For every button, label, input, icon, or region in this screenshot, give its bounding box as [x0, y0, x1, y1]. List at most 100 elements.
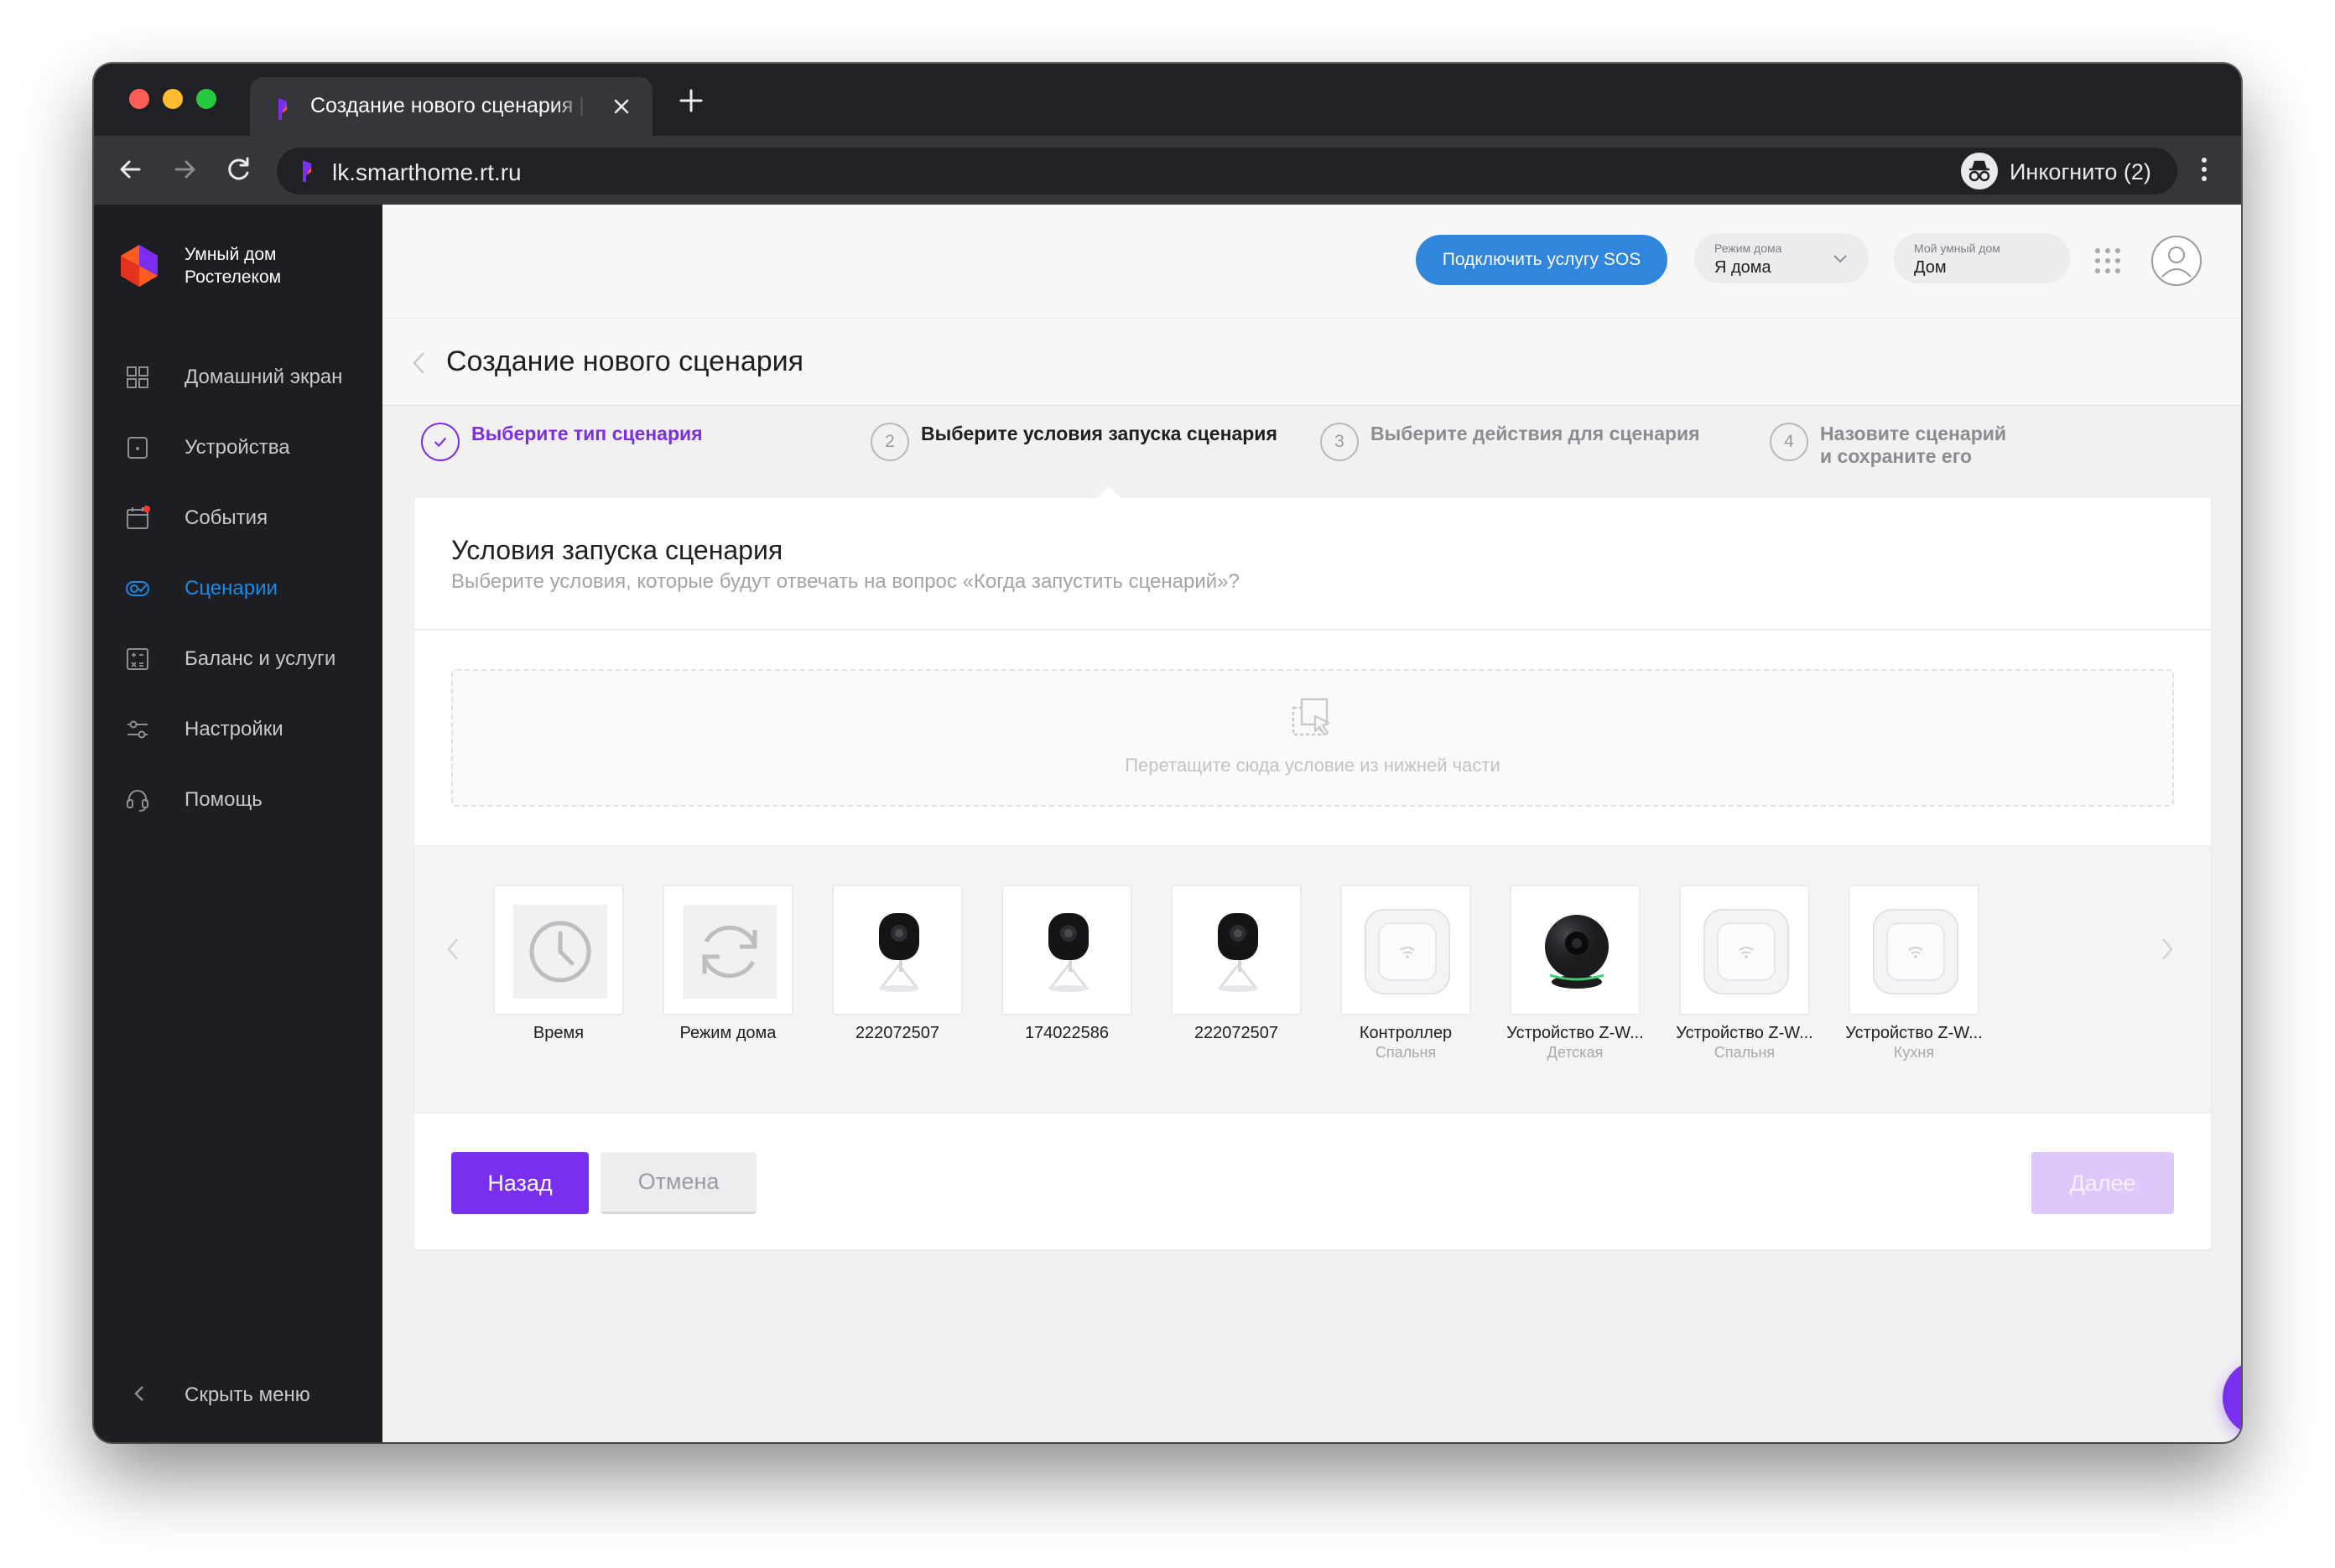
home-mode-caption: Режим дома — [1714, 241, 1782, 255]
step-label: Выберите действия для сценария — [1370, 423, 1700, 444]
camera-icon — [1218, 913, 1258, 992]
tile-name: Устройство Z-W... — [1845, 1024, 1983, 1042]
apps-grid-icon[interactable] — [2093, 247, 2122, 275]
browser-toolbar: lk.smarthome.rt.ru Инкогнито (2) — [94, 136, 2241, 205]
address-bar[interactable]: lk.smarthome.rt.ru — [277, 148, 2028, 195]
step-label: Назовите сценарий и сохраните его — [1820, 423, 2006, 468]
tile-thumbnail — [1849, 885, 1979, 1015]
tile-thumbnail — [1171, 885, 1302, 1015]
collapse-menu-button[interactable]: Скрыть меню — [94, 1368, 382, 1419]
sidebar-item-settings[interactable]: Настройки — [94, 704, 382, 755]
sidebar-item-events[interactable]: События — [94, 493, 382, 543]
device-icon — [127, 437, 148, 459]
calendar-icon — [127, 506, 150, 529]
card-title: Условия запуска сценария — [451, 535, 783, 565]
brand-name: Умный дом Ростелеком — [185, 243, 281, 288]
sidebar-item-scenarios[interactable]: Сценарии — [94, 563, 382, 614]
my-home-select[interactable]: Мой умный дом Дом — [1894, 233, 2070, 283]
condition-dropzone[interactable]: Перетащите сюда условие из нижней части — [451, 669, 2174, 807]
tile-room: Кухня — [1893, 1044, 1935, 1061]
back-button[interactable]: Назад — [451, 1152, 589, 1214]
camera-icon — [879, 913, 919, 992]
tile-room: Детская — [1547, 1044, 1604, 1061]
page-header: Создание нового сценария — [382, 319, 2241, 406]
tile-name: Режим дома — [679, 1024, 777, 1042]
drag-drop-icon — [1292, 698, 1330, 736]
step-label: Выберите тип сценария — [471, 423, 703, 444]
incognito-label: Инкогнито (2) — [2010, 159, 2151, 184]
step-check-icon — [421, 423, 460, 461]
connect-sos-button[interactable]: Подключить услугу SOS — [1416, 235, 1667, 285]
url-text: lk.smarthome.rt.ru — [332, 159, 522, 185]
cancel-button[interactable]: Отмена — [601, 1152, 757, 1214]
chevron-down-icon — [1833, 255, 1847, 263]
step-number: 2 — [871, 423, 909, 461]
rostelecom-favicon-icon — [303, 160, 311, 182]
calculator-icon — [127, 648, 148, 670]
tile-thumbnail — [832, 885, 963, 1015]
controller-icon — [1365, 909, 1450, 994]
sidebar-item-label: Устройства — [185, 436, 290, 459]
dropzone-text: Перетащите сюда условие из нижней части — [1125, 755, 1500, 776]
user-avatar-icon[interactable] — [2150, 235, 2202, 287]
sidebar-item-label: События — [185, 506, 268, 529]
close-tab-icon[interactable] — [609, 94, 634, 119]
divider — [414, 629, 2211, 631]
home-mode-select[interactable]: Режим дома Я дома — [1694, 233, 1869, 283]
app-page: Умный дом Ростелеком Домашний экран Устр… — [94, 205, 2241, 1442]
next-button[interactable]: Далее — [2031, 1152, 2174, 1214]
incognito-badge[interactable]: Инкогнито (2) — [1954, 148, 2177, 195]
tile-name: 222072507 — [1194, 1024, 1279, 1042]
sidebar-item-devices[interactable]: Устройства — [94, 423, 382, 473]
my-home-caption: Мой умный дом — [1914, 241, 2000, 255]
card-subtitle: Выберите условия, которые будут отвечать… — [451, 570, 1240, 593]
maximize-window-button[interactable] — [196, 89, 216, 109]
step-number: 4 — [1770, 423, 1808, 461]
camera-icon — [1048, 913, 1089, 992]
sidebar: Умный дом Ростелеком Домашний экран Устр… — [94, 205, 382, 1442]
sidebar-item-label: Настройки — [185, 718, 283, 740]
minimize-window-button[interactable] — [163, 89, 183, 109]
browser-titlebar: Создание нового сценария | У — [94, 64, 2241, 136]
forward-arrow-icon[interactable] — [168, 153, 201, 186]
new-tab-icon[interactable] — [676, 86, 706, 116]
browser-menu-icon[interactable] — [2196, 153, 2213, 186]
tile-thumbnail — [1510, 885, 1641, 1015]
sidebar-item-label: Помощь — [185, 788, 263, 811]
carousel-next-icon[interactable] — [2159, 935, 2176, 963]
back-arrow-icon[interactable] — [114, 153, 148, 186]
sidebar-item-label: Сценарии — [185, 577, 278, 600]
top-bar: Подключить услугу SOS Режим дома Я дома … — [382, 205, 2241, 319]
wizard-steps: Выберите тип сценария 2 Выберите условия… — [382, 406, 2241, 498]
browser-tab[interactable]: Создание нового сценария | У — [250, 77, 653, 136]
controller-icon — [1873, 909, 1958, 994]
sidebar-item-home[interactable]: Домашний экран — [94, 352, 382, 402]
rostelecom-logo-icon[interactable] — [117, 243, 161, 288]
main-content: Подключить услугу SOS Режим дома Я дома … — [382, 205, 2241, 1442]
browser-window: Создание нового сценария | У lk.smarthom… — [94, 64, 2241, 1442]
current-step-pointer — [1097, 486, 1121, 498]
collapse-menu-label: Скрыть меню — [185, 1384, 310, 1406]
chat-button[interactable] — [2223, 1360, 2241, 1436]
reload-icon[interactable] — [221, 153, 255, 186]
clock-icon — [513, 905, 607, 999]
close-window-button[interactable] — [129, 89, 149, 109]
tab-title: Создание нового сценария | У — [310, 94, 587, 118]
sidebar-item-label: Домашний экран — [185, 366, 343, 388]
tile-name: 222072507 — [855, 1024, 940, 1042]
home-mode-value: Я дома — [1714, 258, 1771, 277]
tile-name: Контроллер — [1359, 1024, 1453, 1042]
controller-icon — [1703, 909, 1789, 994]
step-label-line: Назовите сценарий — [1820, 423, 2007, 444]
incognito-icon — [1961, 153, 1998, 190]
carousel-prev-icon[interactable] — [445, 935, 461, 963]
tile-thumbnail — [663, 885, 793, 1015]
tile-name: Устройство Z-W... — [1676, 1024, 1813, 1042]
sidebar-item-balance[interactable]: Баланс и услуги — [94, 634, 382, 684]
page-title: Создание нового сценария — [446, 345, 804, 377]
tile-thumbnail — [1679, 885, 1810, 1015]
scenario-icon — [126, 581, 149, 596]
sidebar-item-help[interactable]: Помощь — [94, 775, 382, 825]
dome-camera-icon — [1545, 915, 1609, 989]
chevron-left-icon[interactable] — [409, 349, 429, 377]
